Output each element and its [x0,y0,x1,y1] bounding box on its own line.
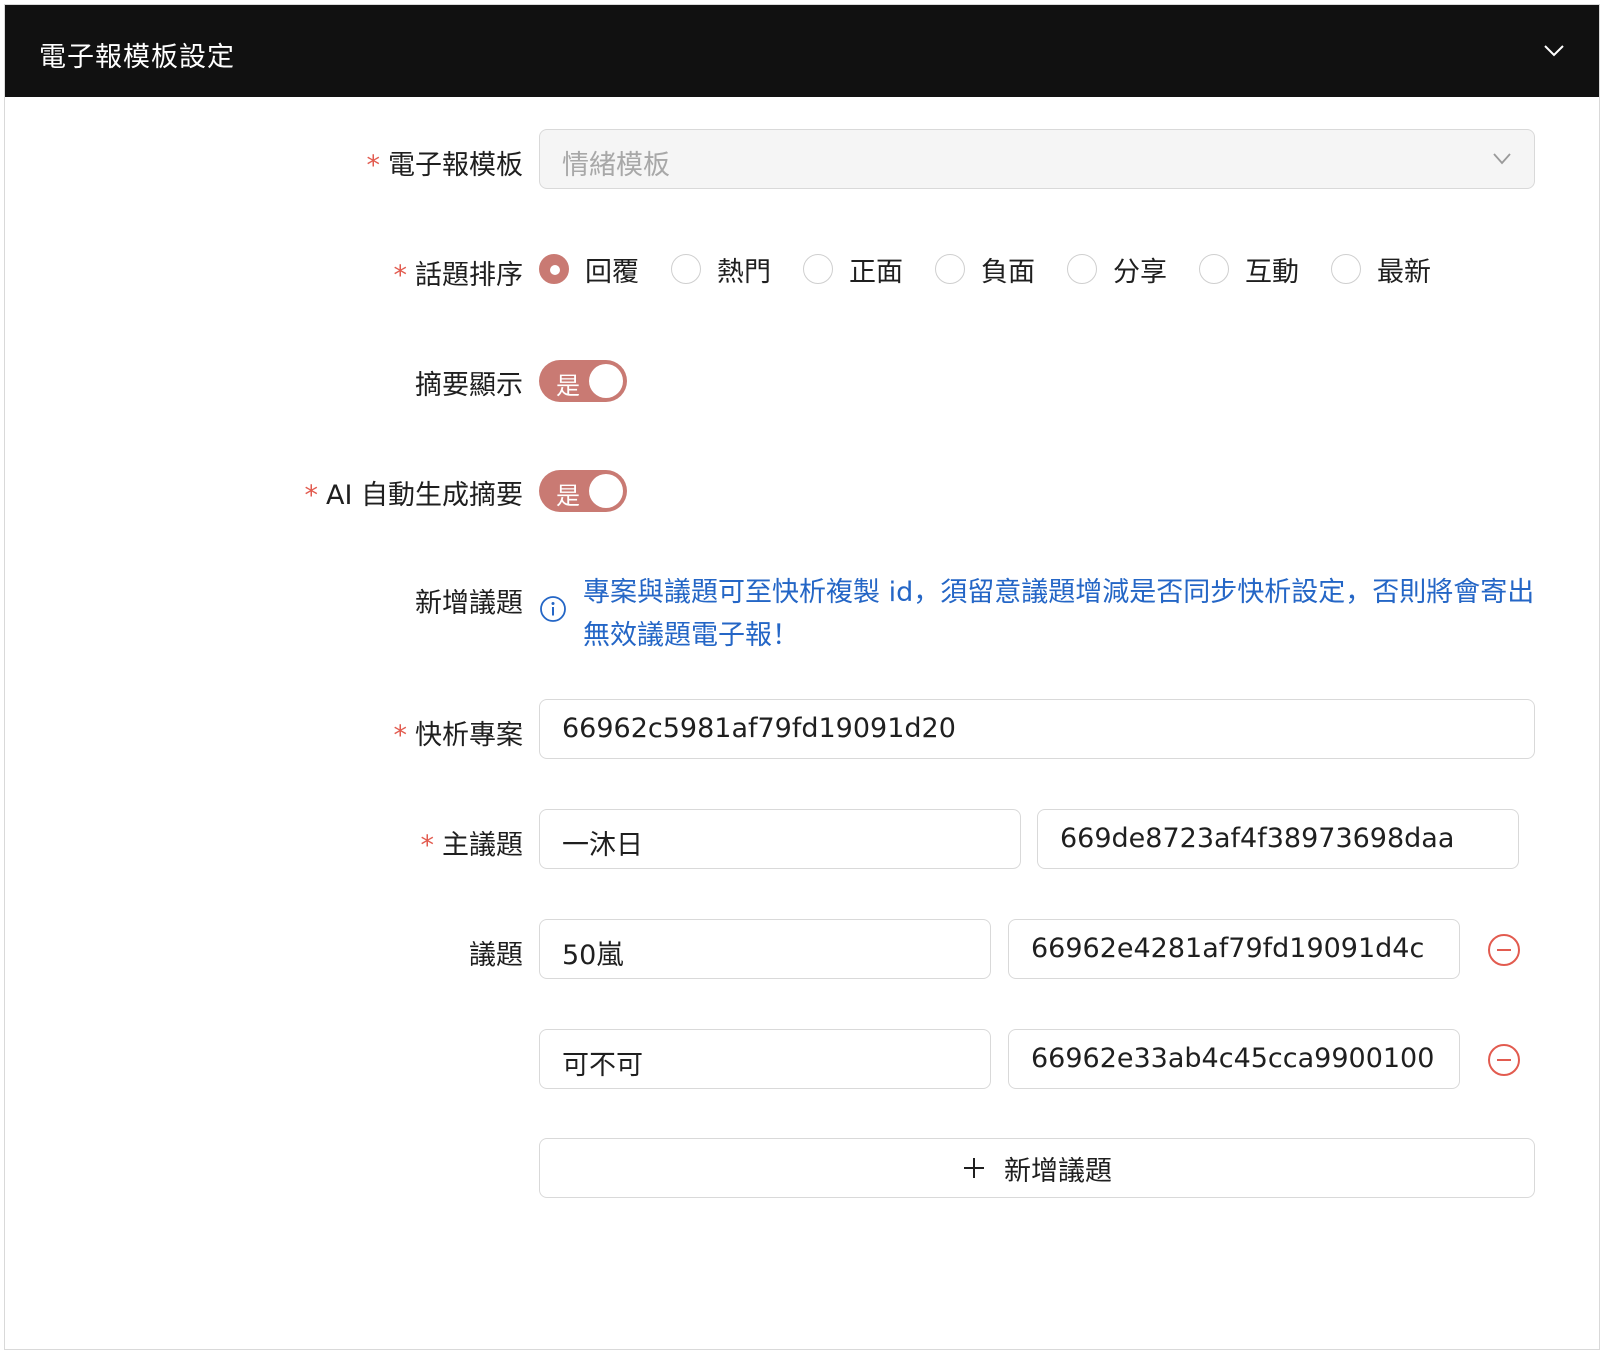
remove-circle-icon[interactable] [1487,1043,1521,1077]
required-mark: * [420,830,435,861]
ai-summary-switch[interactable]: 是 [539,470,627,512]
template-settings-panel: 電子報模板設定 * 電子報模板 情緒模板 * 話題排序 回覆 熱門 正面 負面 分享 互動 最新… [4,4,1600,1350]
sort-option[interactable]: 互動 [1199,250,1299,289]
sort-option-label: 互動 [1245,256,1299,288]
main-topic-label: * 主議題 [421,823,524,862]
ai-summary-label-text: AI 自動生成摘要 [325,480,523,511]
add-topic-row: 新增議題 [5,1138,1599,1200]
project-label: * 快析專案 [394,713,524,752]
summary-display-switch[interactable]: 是 [539,360,627,402]
radio-button[interactable] [803,254,833,284]
sort-option-label: 最新 [1377,256,1431,288]
radio-button[interactable] [671,254,701,284]
radio-button[interactable] [539,254,569,284]
ai-summary-row: * AI 自動生成摘要 是 [5,469,1599,513]
topics-label: 議題 [469,940,523,971]
template-row: * 電子報模板 情緒模板 [5,129,1599,191]
project-id-input[interactable]: 66962c5981af79fd19091d20 [539,699,1535,759]
add-topic-note-label: 新增議題 [415,588,523,619]
template-select-value: 情緒模板 [562,150,670,181]
add-topic-note-text: 專案與議題可至快析複製 id，須留意議題增減是否同步快析設定，否則將會寄出無效議… [583,577,1535,651]
sort-option-label: 負面 [981,256,1035,288]
sort-option[interactable]: 熱門 [671,250,771,289]
panel-title: 電子報模板設定 [39,42,235,73]
required-mark: * [393,260,408,291]
sort-option[interactable]: 負面 [935,250,1035,289]
topic-id-input[interactable]: 66962e33ab4c45cca9900100 [1008,1029,1460,1089]
main-topic-id-value: 669de8723af4f38973698daa [1060,823,1455,854]
sort-option[interactable]: 正面 [803,250,903,289]
topic-id-input[interactable]: 66962e4281af79fd19091d4c [1008,919,1460,979]
main-topic-label-text: 主議題 [442,830,523,861]
main-topic-row: * 主議題 一沐日 669de8723af4f38973698daa [5,809,1599,871]
info-icon [540,596,566,622]
project-label-text: 快析專案 [415,720,523,751]
main-topic-name-value: 一沐日 [562,830,643,861]
sort-option-label: 回覆 [585,256,639,288]
sort-label: * 話題排序 [394,253,524,292]
topic-name-value: 可不可 [562,1050,643,1081]
radio-button[interactable] [1199,254,1229,284]
sort-option[interactable]: 回覆 [539,250,639,289]
topic-name-input[interactable]: 50嵐 [539,919,991,979]
sort-option[interactable]: 最新 [1331,250,1431,289]
switch-knob [589,364,623,398]
sort-option-label: 熱門 [717,256,771,288]
required-mark: * [393,720,408,751]
summary-display-row: 摘要顯示 是 [5,359,1599,403]
topic-name-value: 50嵐 [562,940,624,971]
chevron-down-icon [1493,153,1511,165]
switch-text: 是 [556,372,580,400]
sort-option-label: 正面 [849,256,903,288]
required-mark: * [366,150,381,181]
plus-icon [964,1158,984,1178]
main-topic-name-input[interactable]: 一沐日 [539,809,1021,869]
topic-row: 議題 50嵐 66962e4281af79fd19091d4c [5,919,1599,981]
template-label: * 電子報模板 [367,143,524,182]
radio-button[interactable] [1067,254,1097,284]
summary-display-label: 摘要顯示 [415,370,523,401]
template-select[interactable]: 情緒模板 [539,129,1535,189]
radio-button[interactable] [935,254,965,284]
add-topic-button[interactable]: 新增議題 [539,1138,1535,1198]
chevron-down-icon[interactable] [1543,43,1565,59]
project-row: * 快析專案 66962c5981af79fd19091d20 [5,699,1599,761]
sort-option-label: 分享 [1113,256,1167,288]
add-topic-note: 專案與議題可至快析複製 id，須留意議題增減是否同步快析設定，否則將會寄出無效議… [539,571,1549,661]
sort-radio-group: 回覆 熱門 正面 負面 分享 互動 最新 [539,249,1463,289]
panel-header[interactable]: 電子報模板設定 [5,5,1599,97]
remove-circle-icon[interactable] [1487,933,1521,967]
topic-id-value: 66962e33ab4c45cca9900100 [1031,1043,1435,1074]
project-id-value: 66962c5981af79fd19091d20 [562,713,956,744]
sort-row: * 話題排序 回覆 熱門 正面 負面 分享 互動 最新 [5,249,1599,293]
switch-text: 是 [556,482,580,510]
required-mark: * [304,480,318,511]
topic-name-input[interactable]: 可不可 [539,1029,991,1089]
add-topic-note-row: 新增議題 專案與議題可至快析複製 id，須留意議題增減是否同步快析設定，否則將會… [5,571,1599,661]
ai-summary-label: * AI 自動生成摘要 [304,473,523,512]
topic-id-value: 66962e4281af79fd19091d4c [1031,933,1425,964]
switch-knob [589,474,623,508]
topic-row: 可不可 66962e33ab4c45cca9900100 [5,1029,1599,1091]
template-label-text: 電子報模板 [388,150,523,181]
sort-label-text: 話題排序 [415,260,523,291]
add-topic-button-label: 新增議題 [1004,1155,1112,1187]
main-topic-id-input[interactable]: 669de8723af4f38973698daa [1037,809,1519,869]
radio-button[interactable] [1331,254,1361,284]
sort-option[interactable]: 分享 [1067,250,1167,289]
